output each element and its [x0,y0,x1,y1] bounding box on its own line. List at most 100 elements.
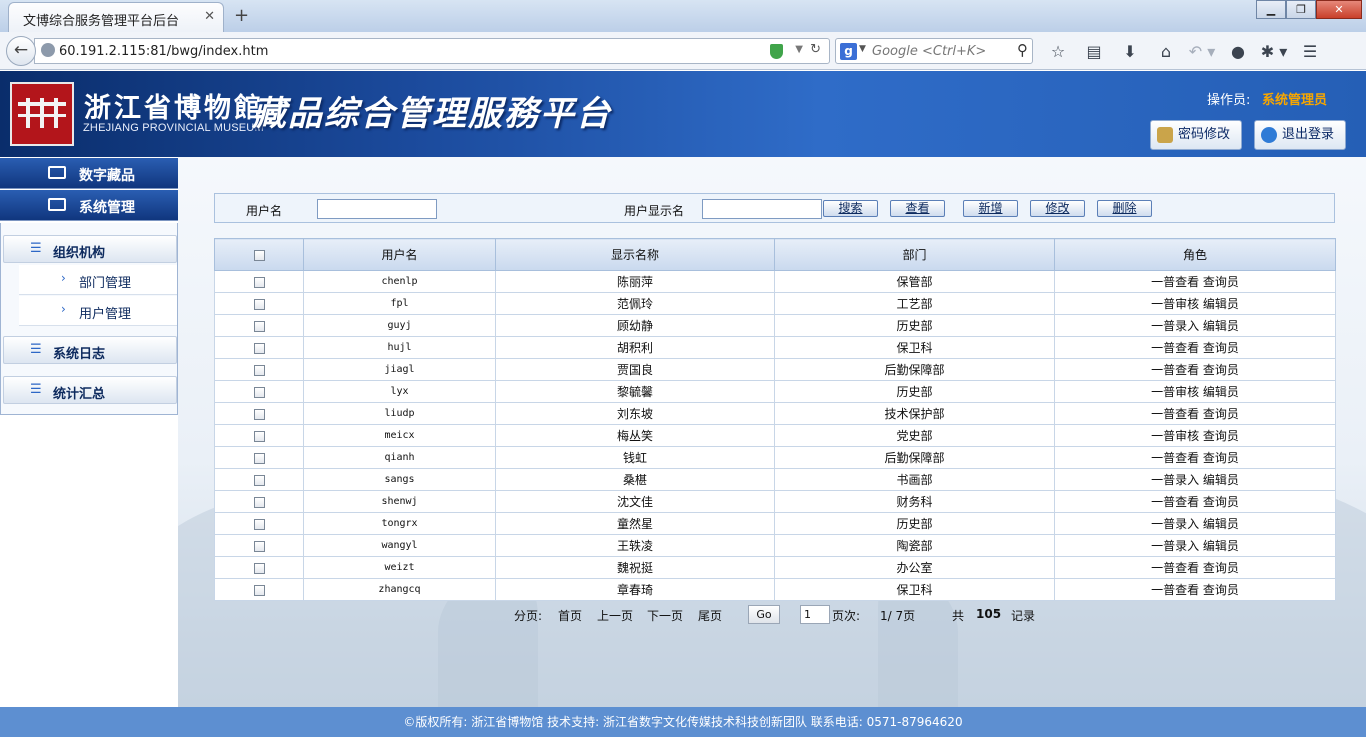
row-checkbox[interactable] [253,562,265,574]
username-cell: hujl [303,336,496,359]
select-all-checkbox[interactable] [253,249,265,261]
table-row[interactable]: hujl 胡积利 保卫科 一普查看 查询员 [214,336,1336,359]
table-header-row: 用户名 显示名称 部门 角色 [214,238,1336,271]
role-cell: 一普录入 编辑员 [1054,512,1336,535]
table-row[interactable]: wangyl 王轶凌 陶瓷部 一普录入 编辑员 [214,534,1336,557]
table-row[interactable]: zhangcq 章春琦 保卫科 一普查看 查询员 [214,578,1336,601]
row-checkbox[interactable] [253,540,265,552]
chat-icon[interactable]: ● [1220,40,1256,64]
table-row[interactable]: qianh 钱虹 后勤保障部 一普查看 查询员 [214,446,1336,469]
minimize-icon[interactable]: ▁ [1256,0,1286,19]
row-checkbox[interactable] [253,386,265,398]
table-row[interactable]: tongrx 童然星 历史部 一普录入 编辑员 [214,512,1336,535]
addon-icon[interactable]: ✱ ▾ [1256,40,1292,64]
window-close-icon[interactable]: ✕ [1316,0,1362,19]
display-name-cell: 王轶凌 [495,534,775,557]
department-cell: 书画部 [774,468,1055,491]
table-row[interactable]: shenwj 沈文佳 财务科 一普查看 查询员 [214,490,1336,513]
row-checkbox[interactable] [253,320,265,332]
department-cell: 技术保护部 [774,402,1055,425]
sidebar-item-label: 数字藏品 [79,168,135,184]
table-row[interactable]: liudp 刘东坡 技术保护部 一普查看 查询员 [214,402,1336,425]
display-name-cell: 黎毓馨 [495,380,775,403]
page-number-input[interactable]: 1 [800,605,830,624]
search-icon[interactable]: ⚲ [1017,41,1028,59]
table-row[interactable]: weizt 魏祝挺 办公室 一普查看 查询员 [214,556,1336,579]
history-dropdown-icon[interactable]: ▼ [795,44,803,55]
undo-icon[interactable]: ↶ ▾ [1184,40,1220,64]
address-bar[interactable]: 60.191.2.115:81/bwg/index.htm ▼ ↻ [34,38,830,64]
display-name-cell: 梅丛笑 [495,424,775,447]
delete-button[interactable]: 删除 [1097,200,1152,217]
main-content: 用户名 用户显示名 搜索 查看 新增 修改 删除 用户名 显示名称 部门 角色 … [178,157,1366,707]
search-engine-icon[interactable]: g [840,43,857,60]
url-text[interactable]: 60.191.2.115:81/bwg/index.htm [59,44,268,59]
bookmark-star-icon[interactable]: ☆ [1040,40,1076,64]
row-checkbox[interactable] [253,474,265,486]
department-cell: 工艺部 [774,292,1055,315]
sidebar-item-label: 部门管理 [79,276,132,291]
sidebar-item-user-management[interactable]: › 用户管理 [19,296,177,326]
row-checkbox[interactable] [253,364,265,376]
column-header-role[interactable]: 角色 [1054,238,1336,271]
username-cell: qianh [303,446,496,469]
column-header-display-name[interactable]: 显示名称 [495,238,775,271]
sidebar-group-organization[interactable]: ☰ 组织机构 [3,235,177,263]
download-icon[interactable]: ⬇ [1112,40,1148,64]
username-cell: meicx [303,424,496,447]
search-bar[interactable]: g ▼ Google <Ctrl+K> ⚲ [835,38,1033,64]
column-header-username[interactable]: 用户名 [303,238,496,271]
add-button[interactable]: 新增 [963,200,1018,217]
home-icon[interactable]: ⌂ [1148,40,1184,64]
search-placeholder[interactable]: Google <Ctrl+K> [872,44,986,59]
site-info-icon[interactable] [41,43,55,57]
edit-button[interactable]: 修改 [1030,200,1085,217]
go-button[interactable]: Go [748,605,780,624]
new-tab-icon[interactable]: + [234,5,249,26]
row-checkbox[interactable] [253,342,265,354]
row-checkbox[interactable] [253,430,265,442]
back-button[interactable]: ← [6,36,36,66]
table-row[interactable]: meicx 梅丛笑 党史部 一普审核 查询员 [214,424,1336,447]
shield-icon[interactable] [770,44,783,59]
row-checkbox[interactable] [253,496,265,508]
last-page-link[interactable]: 尾页 [698,607,722,624]
table-row[interactable]: lyx 黎毓馨 历史部 一普审核 编辑员 [214,380,1336,403]
row-select-cell [214,578,304,601]
username-input[interactable] [317,199,437,219]
reading-list-icon[interactable]: ▤ [1076,40,1112,64]
table-row[interactable]: sangs 桑椹 书画部 一普录入 编辑员 [214,468,1336,491]
table-row[interactable]: fpl 范佩玲 工艺部 一普审核 编辑员 [214,292,1336,315]
row-checkbox[interactable] [253,452,265,464]
view-button[interactable]: 查看 [890,200,945,217]
search-button[interactable]: 搜索 [823,200,878,217]
engine-dropdown-icon[interactable]: ▼ [859,44,866,54]
first-page-link[interactable]: 首页 [558,607,582,624]
logout-button[interactable]: 退出登录 [1254,120,1346,150]
row-checkbox[interactable] [253,298,265,310]
reload-icon[interactable]: ↻ [810,42,821,57]
maximize-icon[interactable]: ❐ [1286,0,1316,19]
row-checkbox[interactable] [253,518,265,530]
sidebar-group-statistics[interactable]: ☰ 统计汇总 [3,376,177,404]
sidebar-item-digital-collection[interactable]: 数字藏品 [0,158,178,189]
next-page-link[interactable]: 下一页 [647,607,683,624]
table-row[interactable]: guyj 顾幼静 历史部 一普录入 编辑员 [214,314,1336,337]
row-checkbox[interactable] [253,584,265,596]
sidebar-item-system-management[interactable]: 系统管理 [0,190,178,221]
sidebar-item-department-management[interactable]: › 部门管理 [19,265,177,295]
table-row[interactable]: chenlp 陈丽萍 保管部 一普查看 查询员 [214,270,1336,293]
tab-close-icon[interactable]: ✕ [204,9,215,24]
menu-icon[interactable]: ☰ [1292,40,1328,64]
table-row[interactable]: jiagl 贾国良 后勤保障部 一普查看 查询员 [214,358,1336,381]
row-checkbox[interactable] [253,276,265,288]
sidebar-group-system-log[interactable]: ☰ 系统日志 [3,336,177,364]
select-all-header [214,238,304,271]
display-name-input[interactable] [702,199,822,219]
prev-page-link[interactable]: 上一页 [597,607,633,624]
browser-tab[interactable]: 文博综合服务管理平台后台 ✕ [8,2,224,32]
column-header-department[interactable]: 部门 [774,238,1055,271]
row-checkbox[interactable] [253,408,265,420]
change-password-button[interactable]: 密码修改 [1150,120,1242,150]
sidebar-group-label: 组织机构 [53,246,106,261]
